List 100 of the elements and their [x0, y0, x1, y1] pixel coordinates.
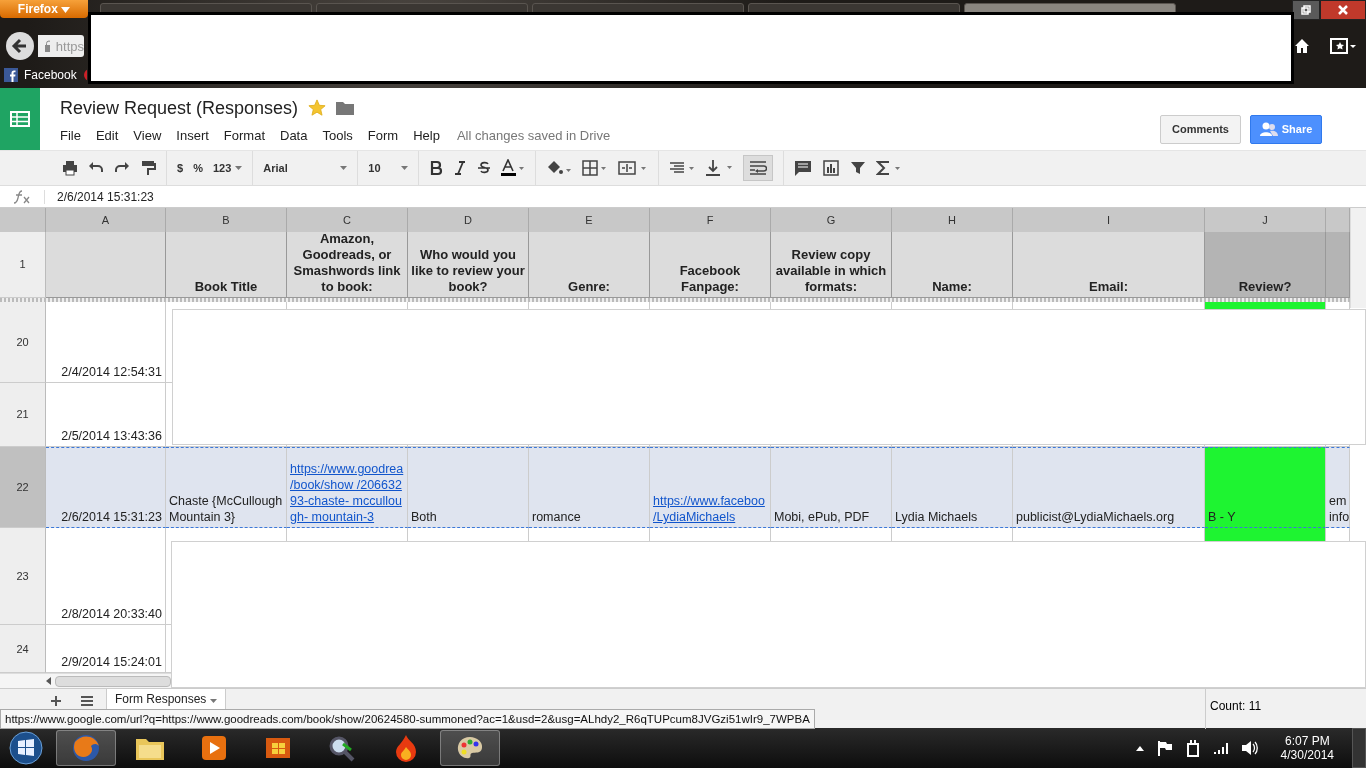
vertical-scrollbar[interactable] — [1350, 208, 1366, 308]
menu-item[interactable]: Help — [413, 127, 440, 143]
cell-link[interactable]: https://www.goodrea /book/show /20663293-chaste- mccullough- mountain-3 — [290, 461, 404, 526]
header-cell: Who would you like to review your book? — [408, 231, 529, 298]
font-size-dropdown[interactable]: 10 — [368, 162, 409, 174]
table-cell: Lydia Michaels — [892, 446, 1013, 529]
row-number[interactable]: 1 — [0, 231, 46, 298]
table-cell: B - Y — [1205, 446, 1326, 529]
column-header[interactable]: G — [771, 208, 892, 232]
sum-icon[interactable] — [876, 160, 903, 176]
menu-item[interactable]: Edit — [95, 127, 119, 143]
link-preview: https://www.google.com/url?q=https://www.goodreads.com/book/show/20624580-summoned?ac=1&usd=2&usg=ALhdy2_R6qTUPcum8JVGzi51wIr9_7WPBA — [0, 709, 815, 729]
star-icon[interactable] — [308, 99, 327, 117]
header-cell: Email: — [1013, 231, 1205, 298]
magnifier-icon — [327, 734, 357, 762]
table-cell: romance — [529, 446, 650, 529]
column-header[interactable]: C — [287, 208, 408, 232]
close-button[interactable] — [1320, 0, 1366, 20]
link-cell[interactable]: https://www.faceboo /LydiaMichaels — [650, 446, 771, 529]
clock-date[interactable]: 4/30/2014 — [1280, 748, 1334, 762]
row-number[interactable]: 24 — [0, 625, 46, 673]
signal-icon[interactable] — [1212, 741, 1229, 755]
row-number[interactable]: 21 — [0, 382, 46, 447]
column-header[interactable]: I — [1013, 208, 1205, 232]
strikethrough-icon[interactable] — [477, 160, 492, 176]
caret-icon — [401, 166, 409, 170]
folder-icon[interactable] — [336, 101, 355, 115]
row-number[interactable]: 23 — [0, 528, 46, 626]
back-button[interactable] — [6, 32, 34, 60]
menu-item[interactable]: Insert — [176, 127, 209, 143]
bookmark-link[interactable]: Facebook — [4, 68, 77, 82]
table-cell: Mobi, ePub, PDF — [771, 446, 892, 529]
comments-button[interactable]: Comments — [1160, 114, 1241, 144]
currency-button[interactable]: $ — [177, 162, 184, 174]
formula-field[interactable]: 2/6/2014 15:31:23 — [57, 189, 154, 204]
restore-button[interactable] — [1292, 0, 1320, 20]
filter-icon[interactable] — [850, 160, 867, 176]
save-status: All changes saved in Drive — [456, 127, 611, 143]
lock-icon — [44, 40, 50, 52]
caret-icon — [340, 166, 348, 170]
font-dropdown[interactable]: Arial — [263, 162, 348, 174]
menu-item[interactable]: Form — [367, 127, 399, 143]
link-cell[interactable]: https://www.goodrea /book/show /20663293-chaste- mccullough- mountain-3 — [287, 446, 408, 529]
align-icon[interactable] — [669, 160, 696, 176]
comment-icon[interactable] — [794, 160, 813, 176]
row-number[interactable]: 22 — [0, 446, 46, 529]
cell-link[interactable]: https://www.faceboo /LydiaMichaels — [653, 493, 767, 526]
wrap-text-icon — [749, 160, 768, 176]
grid-icon — [10, 111, 30, 127]
percent-button[interactable]: % — [193, 162, 203, 174]
merge-cells-icon[interactable] — [618, 160, 649, 176]
table-cell: Both — [408, 446, 529, 529]
column-header[interactable]: F — [650, 208, 771, 232]
table-cell: Chaste {McCullough Mountain 3} — [166, 446, 287, 529]
table-cell: em info — [1326, 446, 1350, 529]
table-cell: 2/8/2014 20:33:40 — [46, 528, 166, 626]
fill-color-icon[interactable] — [546, 160, 573, 176]
scroll-left-icon — [46, 677, 51, 685]
clock-time[interactable]: 6:07 PM — [1284, 734, 1330, 748]
sheet-tab[interactable]: Form Responses — [106, 689, 226, 710]
column-header[interactable]: B — [166, 208, 287, 232]
menu-item[interactable]: Format — [223, 127, 265, 143]
menu-item[interactable]: Data — [280, 127, 308, 143]
column-header[interactable]: H — [892, 208, 1013, 232]
menu-item[interactable]: Tools — [322, 127, 353, 143]
tray-arrow-icon[interactable] — [1134, 744, 1145, 752]
table-cell: 2/4/2014 12:54:31 — [46, 301, 166, 383]
flag-icon[interactable] — [1156, 740, 1173, 756]
header-cell: Name: — [892, 231, 1013, 298]
volume-icon[interactable] — [1240, 740, 1259, 756]
bold-icon[interactable] — [429, 160, 444, 176]
menu-item[interactable]: File — [60, 127, 81, 143]
vertical-align-icon[interactable] — [705, 159, 734, 177]
caret-icon — [209, 699, 217, 703]
home-icon[interactable] — [1294, 38, 1310, 54]
italic-icon[interactable] — [453, 160, 468, 176]
bookmarks-icon[interactable] — [1330, 38, 1356, 54]
row-number[interactable]: 20 — [0, 301, 46, 383]
horizontal-scrollbar[interactable] — [46, 674, 171, 688]
play-icon — [200, 734, 228, 762]
caret-icon — [235, 166, 243, 170]
chart-icon[interactable] — [822, 159, 841, 177]
print-icon[interactable] — [62, 160, 78, 176]
menu-item[interactable]: View — [133, 127, 162, 143]
column-header[interactable]: D — [408, 208, 529, 232]
power-icon[interactable] — [1184, 739, 1201, 757]
borders-icon[interactable] — [582, 160, 609, 176]
text-color-icon[interactable] — [501, 159, 526, 177]
header-cell: Genre: — [529, 231, 650, 298]
sheets-logo[interactable] — [0, 88, 40, 150]
paint-format-icon[interactable] — [140, 160, 156, 176]
document-title[interactable]: Review Request (Responses) — [60, 97, 299, 119]
wrap-text-button[interactable] — [743, 155, 774, 181]
column-header[interactable]: E — [529, 208, 650, 232]
column-header[interactable]: A — [46, 208, 166, 232]
number-format-button[interactable]: 123 — [212, 162, 243, 174]
caret-icon — [61, 7, 71, 13]
header-cell: Facebook Fanpage: — [650, 231, 771, 298]
column-header[interactable]: J — [1205, 208, 1326, 232]
taskbar-app[interactable] — [440, 730, 500, 766]
